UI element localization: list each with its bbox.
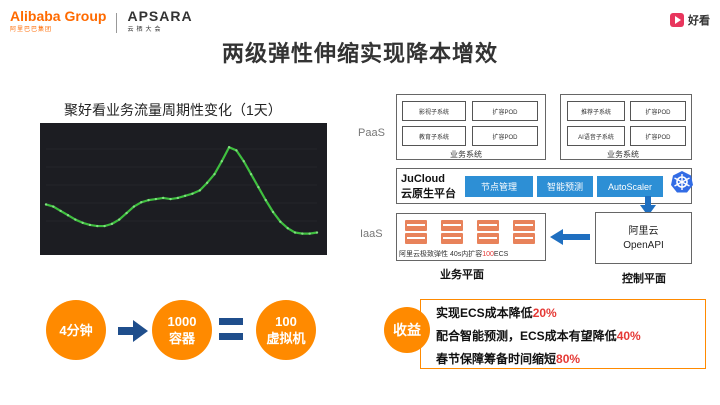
paas-label: PaaS	[358, 127, 385, 139]
data-point	[140, 201, 143, 204]
subsystem-education: 教育子系统	[402, 126, 466, 146]
aliyun-openapi-box: 阿里云 OpenAPI	[595, 212, 692, 264]
server-icon	[405, 233, 427, 244]
play-icon	[670, 13, 684, 27]
data-point	[235, 149, 238, 152]
data-point	[286, 227, 289, 230]
server-icon	[513, 233, 535, 244]
business-system-caption-left: 业务系统	[450, 150, 482, 159]
data-point	[183, 194, 187, 197]
data-point	[315, 231, 319, 234]
data-point	[66, 214, 70, 217]
scale-pod-education: 扩容POD	[472, 126, 538, 146]
series-line	[45, 146, 318, 235]
data-point	[103, 224, 106, 228]
apsara-logo: APSARA 云栖大会	[127, 8, 193, 33]
data-point	[264, 198, 267, 202]
data-point	[213, 173, 216, 176]
jucloud-name: JuCloud 云原生平台	[401, 173, 456, 200]
server-icon	[441, 233, 463, 244]
arrow-left-icon	[550, 229, 590, 245]
data-point	[96, 224, 99, 228]
data-point	[154, 197, 158, 201]
data-point	[147, 198, 150, 202]
scale-pod-film: 扩容POD	[472, 101, 538, 121]
header-logos: Alibaba Group 阿里巴巴集团 APSARA 云栖大会	[10, 8, 193, 36]
data-point	[191, 192, 194, 195]
node-management-button[interactable]: 节点管理	[465, 176, 533, 197]
data-point	[176, 196, 180, 200]
data-point	[293, 231, 297, 234]
brand-logo-right: 好看	[670, 12, 710, 28]
server-icon	[513, 220, 535, 231]
data-point	[52, 205, 55, 208]
benefit-line-2: 配合智能预测，ECS成本有望降低40%	[436, 329, 641, 343]
control-plane-label: 控制平面	[622, 273, 666, 285]
data-point	[110, 222, 114, 226]
subsystem-ai-voice: AI语音子系统	[567, 126, 625, 146]
data-point	[308, 232, 311, 235]
data-point	[125, 211, 128, 215]
data-point	[132, 205, 136, 208]
benefit-line-3: 春节保障筹备时间缩短80%	[436, 352, 581, 366]
data-point	[59, 209, 62, 213]
data-point	[118, 218, 121, 221]
containers-bubble: 1000 容器	[152, 300, 212, 360]
server-icon	[477, 233, 499, 244]
data-point	[198, 189, 202, 192]
server-icon	[477, 220, 499, 231]
alibaba-logo: Alibaba Group 阿里巴巴集团	[10, 8, 107, 33]
time-bubble: 4分钟	[46, 300, 106, 360]
data-point	[257, 185, 260, 189]
data-point	[169, 197, 172, 201]
server-icon	[441, 220, 463, 231]
logo-divider	[116, 13, 118, 33]
business-plane-box: 阿里云极致弹性 40s内扩容100ECS	[396, 213, 546, 261]
server-icon	[405, 220, 427, 231]
data-point	[81, 221, 84, 224]
scale-pod-ai-voice: 扩容POD	[630, 126, 686, 146]
benefit-badge: 收益	[384, 307, 430, 353]
data-point	[74, 218, 77, 221]
autoscaler-button[interactable]: AutoScaler	[597, 176, 663, 197]
data-point	[161, 196, 165, 200]
data-point	[279, 220, 282, 223]
data-point	[227, 146, 231, 149]
vm-bubble: 100 虚拟机	[256, 300, 316, 360]
scale-pod-recommend: 扩容POD	[630, 101, 686, 121]
subsystem-recommend: 推荐子系统	[567, 101, 625, 121]
subsystem-film: 影视子系统	[402, 101, 466, 121]
data-point	[249, 173, 253, 176]
data-point	[88, 223, 92, 227]
data-point	[44, 203, 48, 206]
slide-title: 两级弹性伸缩实现降本增效	[221, 41, 498, 66]
kubernetes-icon	[671, 171, 693, 193]
brand-name: 好看	[688, 15, 710, 27]
smart-prediction-button[interactable]: 智能预测	[537, 176, 593, 197]
data-point	[205, 181, 209, 185]
equals-icon	[219, 318, 243, 340]
data-point	[220, 160, 223, 163]
traffic-chart	[40, 123, 327, 255]
data-point	[242, 160, 245, 163]
benefit-line-1: 实现ECS成本降低20%	[436, 306, 557, 320]
business-plane-caption: 阿里云极致弹性 40s内扩容100ECS	[399, 251, 509, 258]
data-point	[271, 210, 275, 214]
data-point	[301, 232, 304, 235]
iaas-label: IaaS	[360, 228, 383, 240]
arrow-right-icon	[118, 320, 148, 342]
business-plane-label: 业务平面	[440, 269, 484, 281]
business-system-caption-right: 业务系统	[607, 150, 639, 159]
chart-title: 聚好看业务流量周期性变化（1天）	[64, 102, 282, 118]
